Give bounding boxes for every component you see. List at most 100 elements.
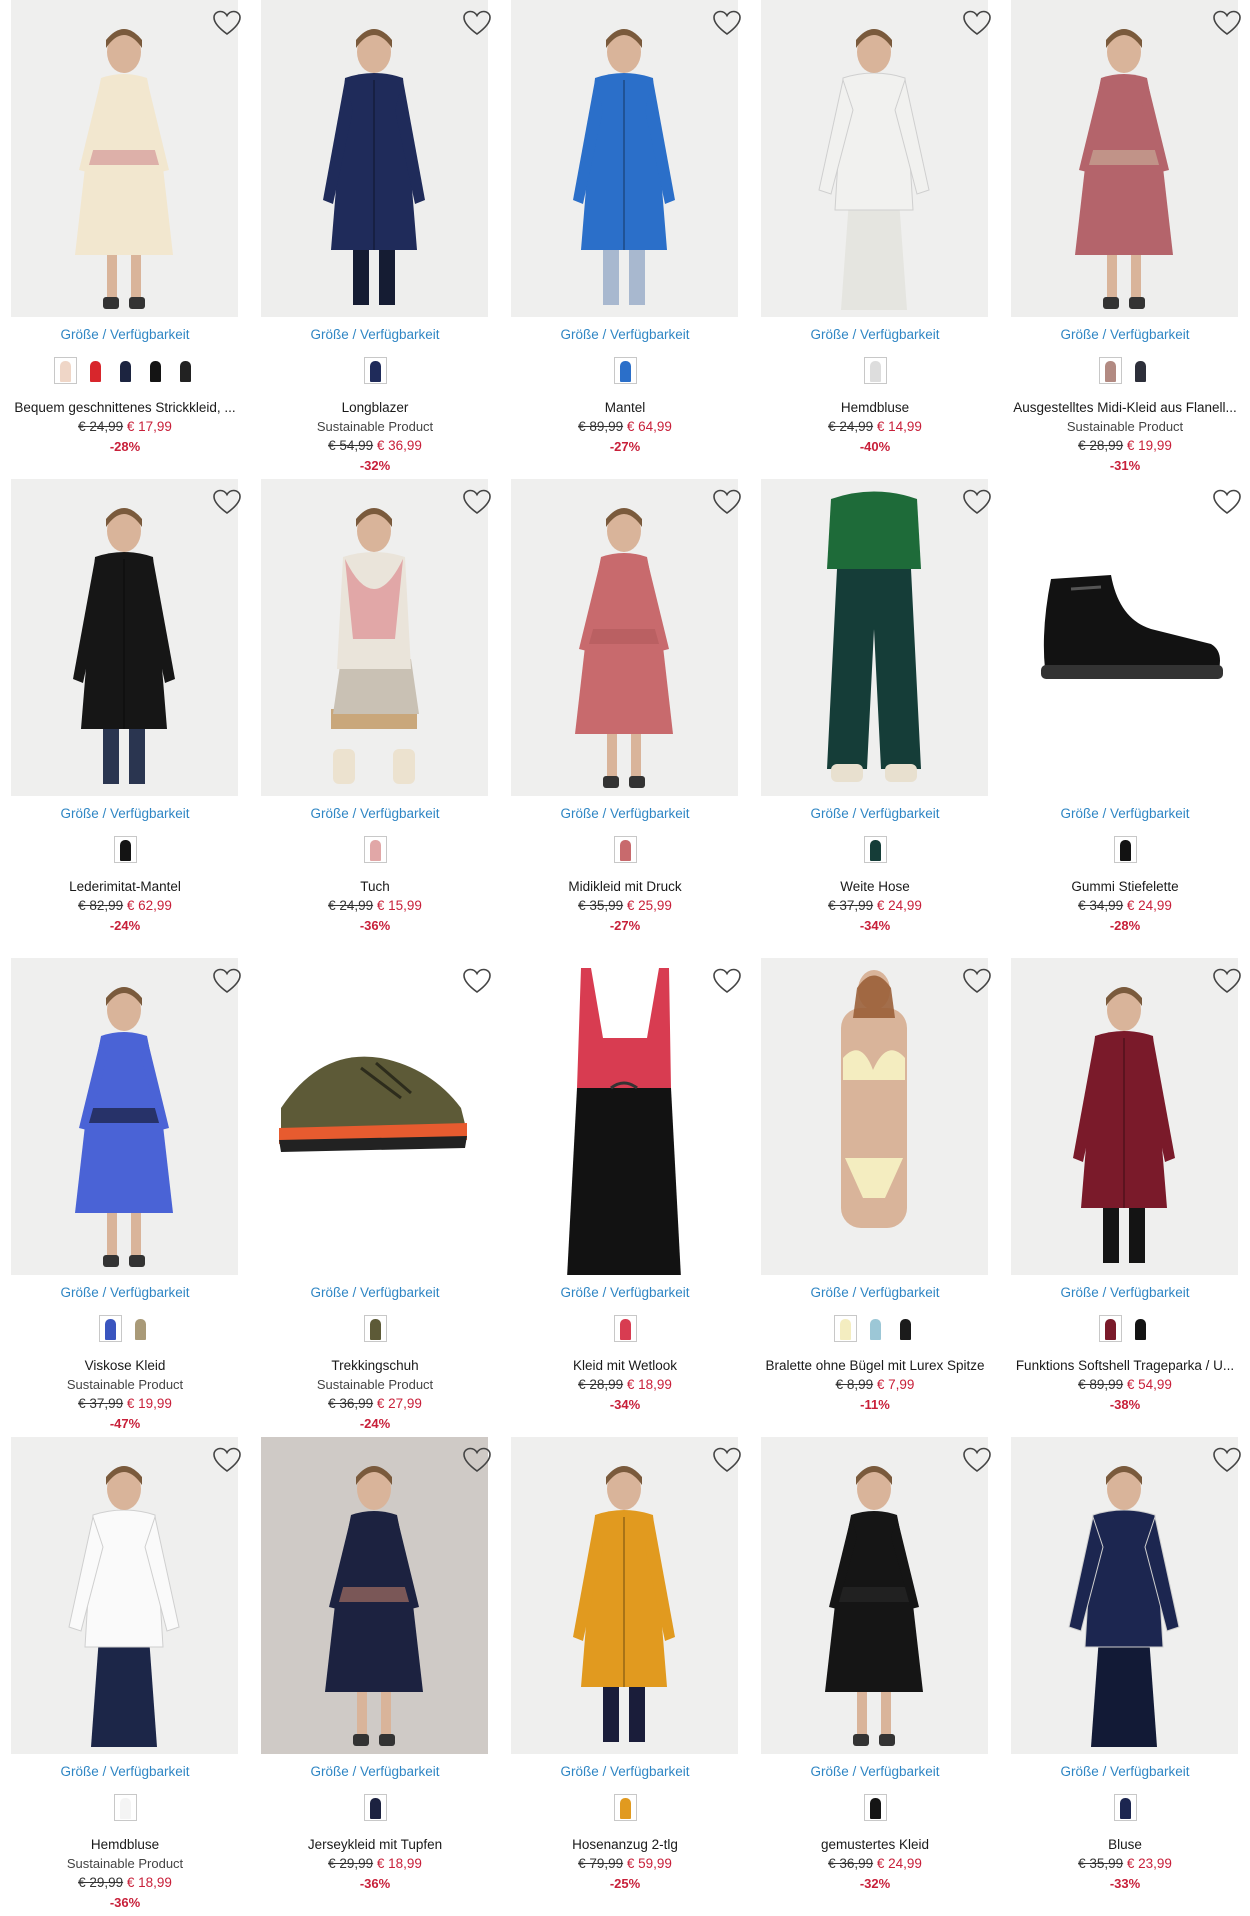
size-availability-link[interactable]: Größe / Verfügbarkeit (500, 1285, 750, 1300)
product-name[interactable]: Gummi Stiefelette (1004, 877, 1246, 896)
heart-icon[interactable] (712, 1446, 742, 1474)
product-name[interactable]: Hemdbluse (4, 1835, 246, 1854)
product-image[interactable] (261, 1437, 488, 1754)
color-swatch[interactable] (1098, 357, 1122, 384)
size-availability-link[interactable]: Größe / Verfügbarkeit (0, 806, 250, 821)
product-image[interactable] (761, 958, 988, 1275)
size-availability-link[interactable]: Größe / Verfügbarkeit (0, 1285, 250, 1300)
size-availability-link[interactable]: Größe / Verfügbarkeit (0, 1764, 250, 1779)
product-card[interactable]: Größe / Verfügbarkeit gemustertes Kleid € … (750, 1437, 1000, 1916)
product-name[interactable]: Hosenanzug 2-tlg (504, 1835, 746, 1854)
product-card[interactable]: Größe / Verfügbarkeit Kleid mit Wetlook € … (500, 958, 750, 1437)
product-name[interactable]: Longblazer (254, 398, 496, 417)
size-availability-link[interactable]: Größe / Verfügbarkeit (1000, 327, 1250, 342)
product-card[interactable]: Größe / Verfügbarkeit Funktions Softshell… (1000, 958, 1250, 1437)
color-swatch[interactable] (863, 1794, 887, 1821)
color-swatch[interactable] (113, 1794, 137, 1821)
product-image[interactable] (511, 958, 738, 1275)
product-image[interactable] (11, 0, 238, 317)
heart-icon[interactable] (1212, 488, 1242, 516)
heart-icon[interactable] (1212, 1446, 1242, 1474)
product-image[interactable] (511, 479, 738, 796)
size-availability-link[interactable]: Größe / Verfügbarkeit (750, 327, 1000, 342)
color-swatch[interactable] (83, 357, 107, 384)
product-name[interactable]: Tuch (254, 877, 496, 896)
heart-icon[interactable] (212, 967, 242, 995)
color-swatch[interactable] (833, 1315, 857, 1342)
heart-icon[interactable] (712, 967, 742, 995)
product-card[interactable]: Größe / Verfügbarkeit Longblazer Sustainab… (250, 0, 500, 479)
heart-icon[interactable] (962, 9, 992, 37)
color-swatch[interactable] (363, 357, 387, 384)
color-swatch[interactable] (893, 1315, 917, 1342)
product-name[interactable]: Mantel (504, 398, 746, 417)
color-swatch[interactable] (1113, 836, 1137, 863)
product-card[interactable]: Größe / Verfügbarkeit Lederimitat-Mantel €… (0, 479, 250, 958)
product-image[interactable] (11, 1437, 238, 1754)
product-card[interactable]: Größe / Verfügbarkeit Trekkingschuh Sustai… (250, 958, 500, 1437)
size-availability-link[interactable]: Größe / Verfügbarkeit (250, 327, 500, 342)
size-availability-link[interactable]: Größe / Verfügbarkeit (500, 1764, 750, 1779)
color-swatch[interactable] (363, 836, 387, 863)
product-name[interactable]: Funktions Softshell Trageparka / U... (1004, 1356, 1246, 1375)
product-image[interactable] (11, 479, 238, 796)
product-name[interactable]: Bequem geschnittenes Strickkleid, ... (4, 398, 246, 417)
product-name[interactable]: Trekkingschuh (254, 1356, 496, 1375)
product-name[interactable]: Weite Hose (754, 877, 996, 896)
product-card[interactable]: Größe / Verfügbarkeit Bralette ohne Bügel… (750, 958, 1000, 1437)
product-name[interactable]: Viskose Kleid (4, 1356, 246, 1375)
size-availability-link[interactable]: Größe / Verfügbarkeit (500, 806, 750, 821)
product-name[interactable]: Midikleid mit Druck (504, 877, 746, 896)
size-availability-link[interactable]: Größe / Verfügbarkeit (1000, 1285, 1250, 1300)
size-availability-link[interactable]: Größe / Verfügbarkeit (250, 1764, 500, 1779)
heart-icon[interactable] (962, 488, 992, 516)
product-name[interactable]: Bluse (1004, 1835, 1246, 1854)
size-availability-link[interactable]: Größe / Verfügbarkeit (1000, 806, 1250, 821)
color-swatch[interactable] (173, 357, 197, 384)
size-availability-link[interactable]: Größe / Verfügbarkeit (750, 1764, 1000, 1779)
product-card[interactable]: Größe / Verfügbarkeit Mantel € 89,99 € 64,… (500, 0, 750, 479)
product-image[interactable] (261, 479, 488, 796)
product-card[interactable]: Größe / Verfügbarkeit Bequem geschnittene… (0, 0, 250, 479)
color-swatch[interactable] (613, 836, 637, 863)
heart-icon[interactable] (712, 488, 742, 516)
product-card[interactable]: Größe / Verfügbarkeit Hemdbluse Sustainabl… (0, 1437, 250, 1916)
product-image[interactable] (11, 958, 238, 1275)
product-name[interactable]: Kleid mit Wetlook (504, 1356, 746, 1375)
heart-icon[interactable] (962, 1446, 992, 1474)
color-swatch[interactable] (98, 1315, 122, 1342)
product-image[interactable] (261, 0, 488, 317)
color-swatch[interactable] (613, 1315, 637, 1342)
product-card[interactable]: Größe / Verfügbarkeit Gummi Stiefelette € … (1000, 479, 1250, 958)
color-swatch[interactable] (1128, 357, 1152, 384)
product-card[interactable]: Größe / Verfügbarkeit Hosenanzug 2-tlg € 7… (500, 1437, 750, 1916)
color-swatch[interactable] (1113, 1794, 1137, 1821)
product-card[interactable]: Größe / Verfügbarkeit Hemdbluse € 24,99 € … (750, 0, 1000, 479)
color-swatch[interactable] (113, 836, 137, 863)
color-swatch[interactable] (613, 1794, 637, 1821)
heart-icon[interactable] (212, 1446, 242, 1474)
heart-icon[interactable] (712, 9, 742, 37)
color-swatch[interactable] (613, 357, 637, 384)
product-card[interactable]: Größe / Verfügbarkeit Jerseykleid mit Tup… (250, 1437, 500, 1916)
color-swatch[interactable] (863, 836, 887, 863)
color-swatch[interactable] (863, 357, 887, 384)
product-name[interactable]: Hemdbluse (754, 398, 996, 417)
product-image[interactable] (261, 958, 488, 1275)
heart-icon[interactable] (212, 9, 242, 37)
heart-icon[interactable] (462, 967, 492, 995)
heart-icon[interactable] (1212, 967, 1242, 995)
color-swatch[interactable] (363, 1794, 387, 1821)
product-image[interactable] (761, 0, 988, 317)
product-name[interactable]: Bralette ohne Bügel mit Lurex Spitze (754, 1356, 996, 1375)
heart-icon[interactable] (962, 967, 992, 995)
product-card[interactable]: Größe / Verfügbarkeit Tuch € 24,99 € 15,99… (250, 479, 500, 958)
color-swatch[interactable] (143, 357, 167, 384)
product-name[interactable]: Lederimitat-Mantel (4, 877, 246, 896)
product-image[interactable] (761, 1437, 988, 1754)
heart-icon[interactable] (212, 488, 242, 516)
product-card[interactable]: Größe / Verfügbarkeit Weite Hose € 37,99 €… (750, 479, 1000, 958)
heart-icon[interactable] (462, 1446, 492, 1474)
size-availability-link[interactable]: Größe / Verfügbarkeit (750, 806, 1000, 821)
product-card[interactable]: Größe / Verfügbarkeit Viskose Kleid Sustai… (0, 958, 250, 1437)
